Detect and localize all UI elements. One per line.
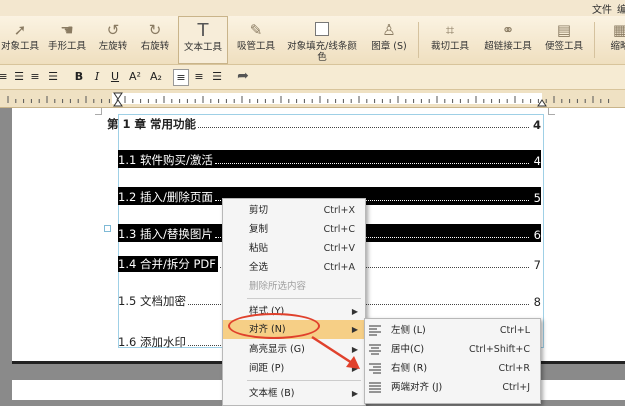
rotate-right-icon: ↻ — [148, 21, 162, 39]
align-justify-item[interactable]: 两端对齐 (J) Ctrl+J — [365, 378, 540, 397]
align-left-item[interactable]: 左侧 (L) Ctrl+L — [365, 321, 540, 340]
menu-item-copy[interactable]: 复制 Ctrl+C — [223, 220, 365, 239]
menu-item-select-all[interactable]: 全选 Ctrl+A — [223, 258, 365, 277]
italic-button[interactable]: I — [90, 69, 104, 84]
align-justify-icon — [369, 382, 381, 393]
rotate-left-icon: ↺ — [106, 21, 120, 39]
align-left-icon — [369, 325, 381, 336]
submenu-arrow-icon: ▶ — [351, 307, 358, 316]
menu-item-spacing[interactable]: 间距 (P) ▶ — [223, 359, 365, 378]
rotate-right-button[interactable]: ↻ 右旋转 — [135, 16, 175, 64]
align-right-icon — [369, 363, 381, 374]
stamp-icon: ♙ — [382, 21, 396, 39]
align-center-item[interactable]: 居中(C) Ctrl+Shift+C — [365, 340, 540, 359]
align-right-item[interactable]: 右侧 (R) Ctrl+R — [365, 359, 540, 378]
link-icon: ⚭ — [501, 21, 515, 39]
fill-color-button[interactable]: 对象填充/线条颜 色 — [283, 16, 361, 64]
right-indent-icon — [537, 99, 547, 107]
format-toolbar: ≡ ☰ ≡ ☰ B I U A² A₂ ≡ ≡ ☰ ➦ — [0, 65, 625, 90]
crop-tool-button[interactable]: ⌗ 裁切工具 — [424, 16, 476, 64]
toc-row-selected[interactable]: 1.1 软件购买/激活 4 — [118, 150, 541, 168]
submenu-arrow-icon: ▶ — [351, 364, 358, 373]
margin-mark — [548, 108, 555, 115]
menu-item-highlight[interactable]: 高亮显示 (G) ▶ — [223, 340, 365, 359]
toolbar-separator — [418, 22, 419, 58]
note-tool-button[interactable]: ▤ 便签工具 — [540, 16, 588, 64]
menu-separator — [247, 380, 361, 381]
align-submenu: 左侧 (L) Ctrl+L 居中(C) Ctrl+Shift+C 右侧 (R) Ctr… — [364, 318, 541, 404]
submenu-arrow-icon: ▶ — [351, 389, 358, 398]
submenu-arrow-icon: ▶ — [351, 325, 358, 334]
align-center-icon[interactable]: ☰ — [12, 69, 26, 84]
menu-file[interactable]: 文件 — [592, 1, 612, 16]
toolbar-separator — [594, 22, 595, 58]
menu-edit[interactable]: 编 — [617, 1, 625, 16]
align-center-icon — [369, 344, 381, 355]
paragraph-left-icon[interactable]: ≡ — [173, 69, 189, 86]
text-tool-icon: T — [197, 20, 209, 41]
menu-separator — [247, 298, 361, 299]
frame-handle[interactable] — [104, 225, 111, 232]
menu-item-paste[interactable]: 粘贴 Ctrl+V — [223, 239, 365, 258]
margin-mark — [95, 108, 102, 115]
paragraph-right-icon[interactable]: ☰ — [210, 69, 224, 84]
eyedropper-icon: ✎ — [249, 21, 263, 39]
main-toolbar: ➚ 对象工具 ☚ 手形工具 ↺ 左旋转 ↻ 右旋转 T 文本工具 ✎ 吸管工具 … — [0, 16, 625, 65]
submenu-arrow-icon: ▶ — [351, 345, 358, 354]
menu-item-delete-selection: 删除所选内容 — [249, 281, 307, 292]
menu-item-cut[interactable]: 剪切 Ctrl+X — [223, 201, 365, 220]
text-tool-button[interactable]: T 文本工具 — [178, 16, 228, 64]
align-right-icon[interactable]: ≡ — [28, 69, 42, 84]
undo-icon[interactable]: ➦ — [236, 69, 250, 84]
context-menu: 剪切 Ctrl+X 复制 Ctrl+C 粘贴 Ctrl+V 全选 Ctrl+A 删除所选… — [222, 198, 366, 406]
object-tool-button[interactable]: ➚ 对象工具 — [0, 16, 46, 64]
rotate-left-button[interactable]: ↺ 左旋转 — [93, 16, 133, 64]
hanging-indent-icon — [113, 99, 123, 107]
thumbnail-button[interactable]: ▦ 缩略 — [600, 16, 625, 64]
stamp-button[interactable]: ♙ 图章 (S) — [366, 16, 412, 64]
paragraph-center-icon[interactable]: ≡ — [192, 69, 206, 84]
underline-button[interactable]: U — [108, 69, 122, 84]
ruler-ticks — [7, 92, 610, 107]
note-icon: ▤ — [556, 21, 572, 39]
superscript-button[interactable]: A² — [126, 69, 144, 84]
crop-icon: ⌗ — [445, 21, 455, 39]
indent-marker-icon — [113, 92, 123, 100]
horizontal-ruler[interactable] — [0, 90, 625, 108]
title-strip: 文件 编 — [0, 0, 625, 16]
pointer-icon: ➚ — [13, 21, 27, 39]
eyedropper-tool-button[interactable]: ✎ 吸管工具 — [232, 16, 280, 64]
align-justify-icon[interactable]: ☰ — [46, 69, 60, 84]
fill-color-icon — [313, 22, 331, 38]
align-left-icon[interactable]: ≡ — [0, 69, 10, 84]
hand-icon: ☚ — [60, 21, 74, 39]
bold-button[interactable]: B — [72, 69, 86, 84]
subscript-button[interactable]: A₂ — [147, 69, 165, 84]
hand-tool-button[interactable]: ☚ 手形工具 — [46, 16, 88, 64]
toc-chapter-row[interactable]: 第 1 章 常用功能 4 — [107, 114, 541, 132]
thumbnail-icon: ▦ — [612, 21, 625, 39]
annotation-oval — [228, 313, 320, 339]
menu-item-textbox[interactable]: 文本框 (B) ▶ — [223, 384, 365, 403]
link-tool-button[interactable]: ⚭ 超链接工具 — [480, 16, 536, 64]
